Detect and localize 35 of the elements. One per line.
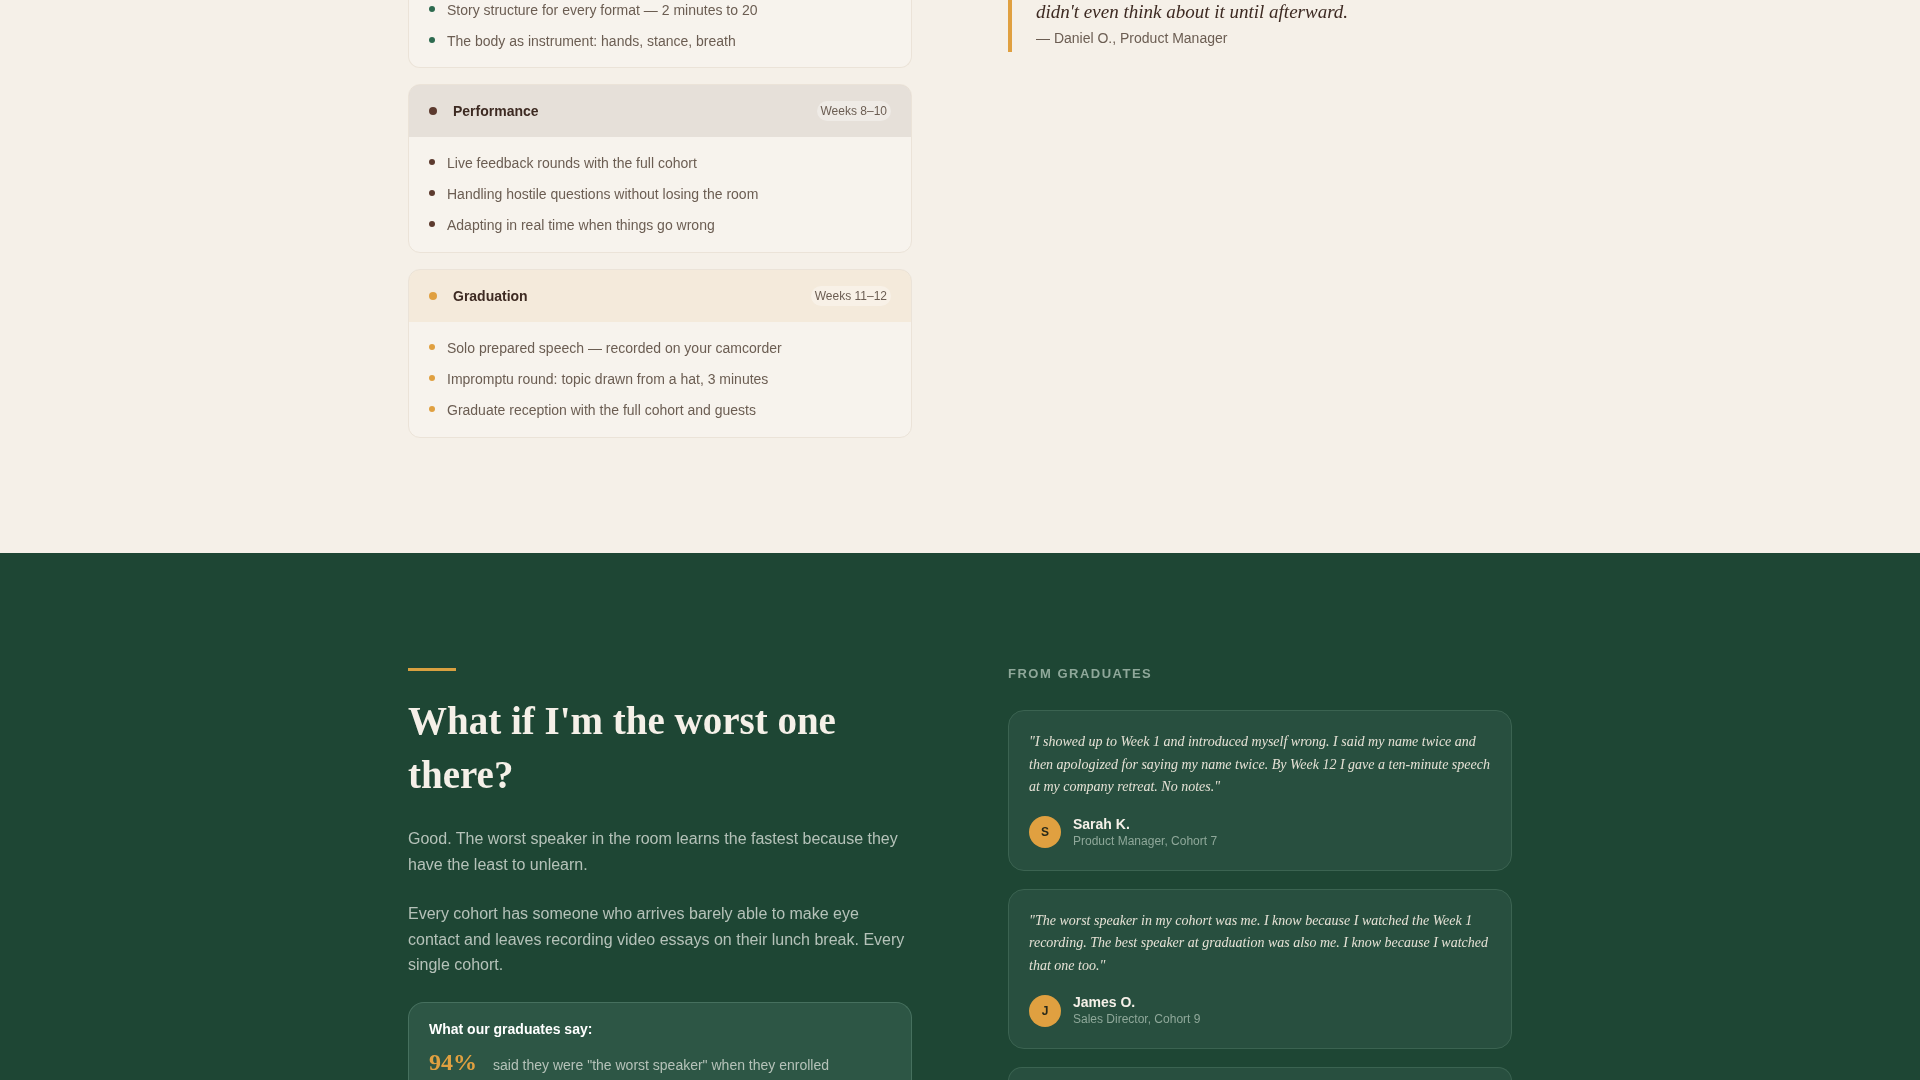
bullet-icon bbox=[429, 221, 435, 227]
phase-item: Graduate reception with the full cohort and guests bbox=[447, 401, 756, 420]
bullet-icon bbox=[429, 190, 435, 196]
testimonial-quote: "The worst speaker in my cohort was me. I know because I watched the Week 1 recording. The best speaker at graduation was also me. I know because I watched that one too." bbox=[1029, 911, 1489, 975]
quote-attribution: — Daniel O., Product Manager bbox=[1036, 29, 1229, 48]
stats-title: What our graduates say: bbox=[429, 1019, 594, 1039]
author-role: Product Manager, Cohort 7 bbox=[1073, 832, 1218, 850]
weeks-label: Weeks 11–12 bbox=[810, 286, 891, 306]
phase-item: Story structure for every format — 2 minutes to 20 bbox=[447, 1, 758, 20]
avatar: J bbox=[1029, 994, 1061, 1027]
author-name: Sarah K. bbox=[1073, 814, 1131, 833]
phase-item: The body as instrument: hands, stance, breath bbox=[447, 32, 736, 51]
stat-value: 94% bbox=[429, 1048, 477, 1075]
avatar: S bbox=[1029, 816, 1061, 848]
stat-label: said they were "the worst speaker" when they enrolled bbox=[493, 1055, 829, 1075]
phase-item: Adapting in real time when things go wrong bbox=[447, 216, 715, 235]
section-heading: What if I'm the worst one there? bbox=[408, 698, 837, 798]
body-paragraph: Every cohort has someone who arrives barely able to make eye contact and leaves recording video essays on their lunch break. Every single cohort. bbox=[408, 904, 906, 976]
bullet-icon bbox=[429, 159, 435, 165]
bullet-icon bbox=[429, 344, 435, 350]
testimonial-quote: "I showed up to Week 1 and introduced myself wrong. I said my name twice and then apologized for saying my name twice. By Week 12 I gave a ten-minute speech at my company retreat. No notes." bbox=[1029, 733, 1491, 796]
bullet-icon bbox=[429, 406, 435, 412]
bullet-icon bbox=[429, 375, 435, 381]
phase-title: Graduation bbox=[453, 288, 529, 304]
phase-title: Performance bbox=[453, 103, 540, 119]
phase-item: Impromptu round: topic drawn from a hat, 3 minutes bbox=[447, 370, 769, 389]
quote-text: didn't even think about it until afterward. bbox=[1036, 0, 1350, 24]
author-name: James O. bbox=[1073, 993, 1137, 1011]
weeks-label: Weeks 8–10 bbox=[816, 101, 891, 121]
body-paragraph: Good. The worst speaker in the room learns the fastest because they have the least to unlearn. bbox=[408, 829, 899, 875]
phase-item: Solo prepared speech — recorded on your camcorder bbox=[447, 339, 782, 358]
phase-item: Handling hostile questions without losing the room bbox=[447, 185, 759, 204]
author-role: Sales Director, Cohort 9 bbox=[1073, 1011, 1201, 1028]
phase-item: Live feedback rounds with the full cohort bbox=[447, 154, 697, 173]
section-label: FROM GRADUATES bbox=[1008, 665, 1154, 682]
